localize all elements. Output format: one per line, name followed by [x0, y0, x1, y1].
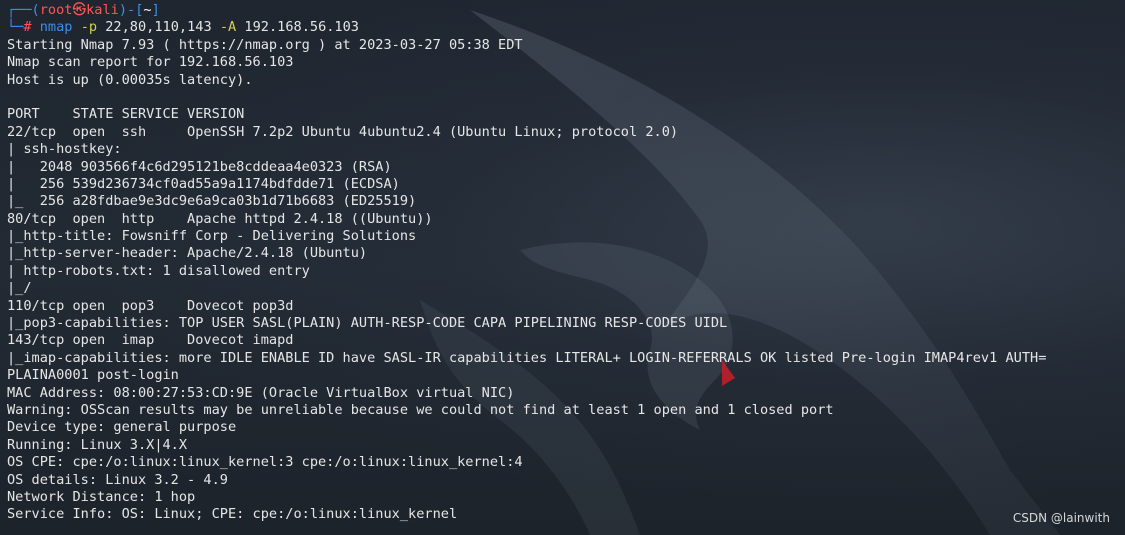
output-line: 143/tcp open imap Dovecot imapd — [7, 332, 294, 349]
command-flag-A: -A — [219, 19, 237, 36]
command-name: nmap — [39, 19, 73, 36]
output-line: 110/tcp open pop3 Dovecot pop3d — [7, 297, 294, 314]
output-line: OS details: Linux 3.2 - 4.9 — [7, 471, 228, 488]
terminal-output[interactable]: ┌──(root㉿kali)-[~] └─# nmap -p 22,80,110… — [7, 2, 1121, 535]
prompt-mid: )-[ — [118, 2, 144, 18]
output-line: |_ 256 a28fdbae9e3dc9e6a9ca03b1d71b6683 … — [7, 193, 417, 210]
output-line: Service Info: OS: Linux; CPE: cpe:/o:lin… — [7, 506, 458, 523]
output-line: |_http-title: Fowsniff Corp - Delivering… — [7, 228, 417, 245]
csdn-watermark: CSDN @lainwith — [1012, 511, 1110, 525]
output-line: MAC Address: 08:00:27:53:CD:9E (Oracle V… — [7, 384, 515, 401]
command-ports: 22,80,110,143 — [105, 19, 212, 36]
output-line: 80/tcp open http Apache httpd 2.4.18 ((U… — [7, 210, 433, 227]
prompt-corner-bottom: └─ — [7, 19, 24, 36]
output-line: |_imap-capabilities: more IDLE ENABLE ID… — [7, 349, 1047, 366]
output-line: Device type: general purpose — [7, 419, 237, 436]
output-line: Starting Nmap 7.93 ( https://nmap.org ) … — [7, 36, 523, 53]
prompt-hash: # — [23, 19, 32, 36]
output-line: Nmap scan report for 192.168.56.103 — [7, 54, 294, 71]
output-line: |_http-server-header: Apache/2.4.18 (Ubu… — [7, 245, 368, 262]
command-flag-p: -p — [80, 19, 98, 36]
output-line: PLAINA0001 post-login — [7, 367, 179, 384]
prompt-close: ] — [151, 2, 160, 18]
prompt-corner-top: ┌──( — [7, 2, 40, 18]
output-line: | 256 539d236734cf0ad55a9a1174bdfdde71 (… — [7, 175, 400, 192]
output-line: PORT STATE SERVICE VERSION — [7, 106, 245, 123]
prompt-user: root — [39, 2, 73, 18]
command-target: 192.168.56.103 — [244, 19, 359, 36]
prompt-cwd: ~ — [143, 2, 152, 18]
output-line: Network Distance: 1 hop — [7, 488, 196, 505]
output-line: | ssh-hostkey: — [7, 141, 122, 158]
output-line: Running: Linux 3.X|4.X — [7, 436, 188, 453]
output-line: |_pop3-capabilities: TOP USER SASL(PLAIN… — [7, 315, 728, 332]
output-line: 22/tcp open ssh OpenSSH 7.2p2 Ubuntu 4ub… — [7, 123, 679, 140]
output-line: OS CPE: cpe:/o:linux:linux_kernel:3 cpe:… — [7, 454, 523, 471]
output-line: Host is up (0.00035s latency). — [7, 71, 253, 88]
prompt-top-line: ┌──(root㉿kali)-[~] — [7, 2, 1121, 19]
output-line: |_/ — [7, 280, 32, 297]
output-line: | 2048 903566f4c6d295121be8cddeaa4e0323 … — [7, 158, 392, 175]
output-line: Warning: OSScan results may be unreliabl… — [7, 401, 834, 418]
output-line: | http-robots.txt: 1 disallowed entry — [7, 262, 310, 279]
prompt-host: kali — [86, 2, 119, 18]
skull-icon: ㉿ — [72, 2, 87, 18]
command-line[interactable]: └─# nmap -p 22,80,110,143 -A 192.168.56.… — [7, 19, 1121, 36]
